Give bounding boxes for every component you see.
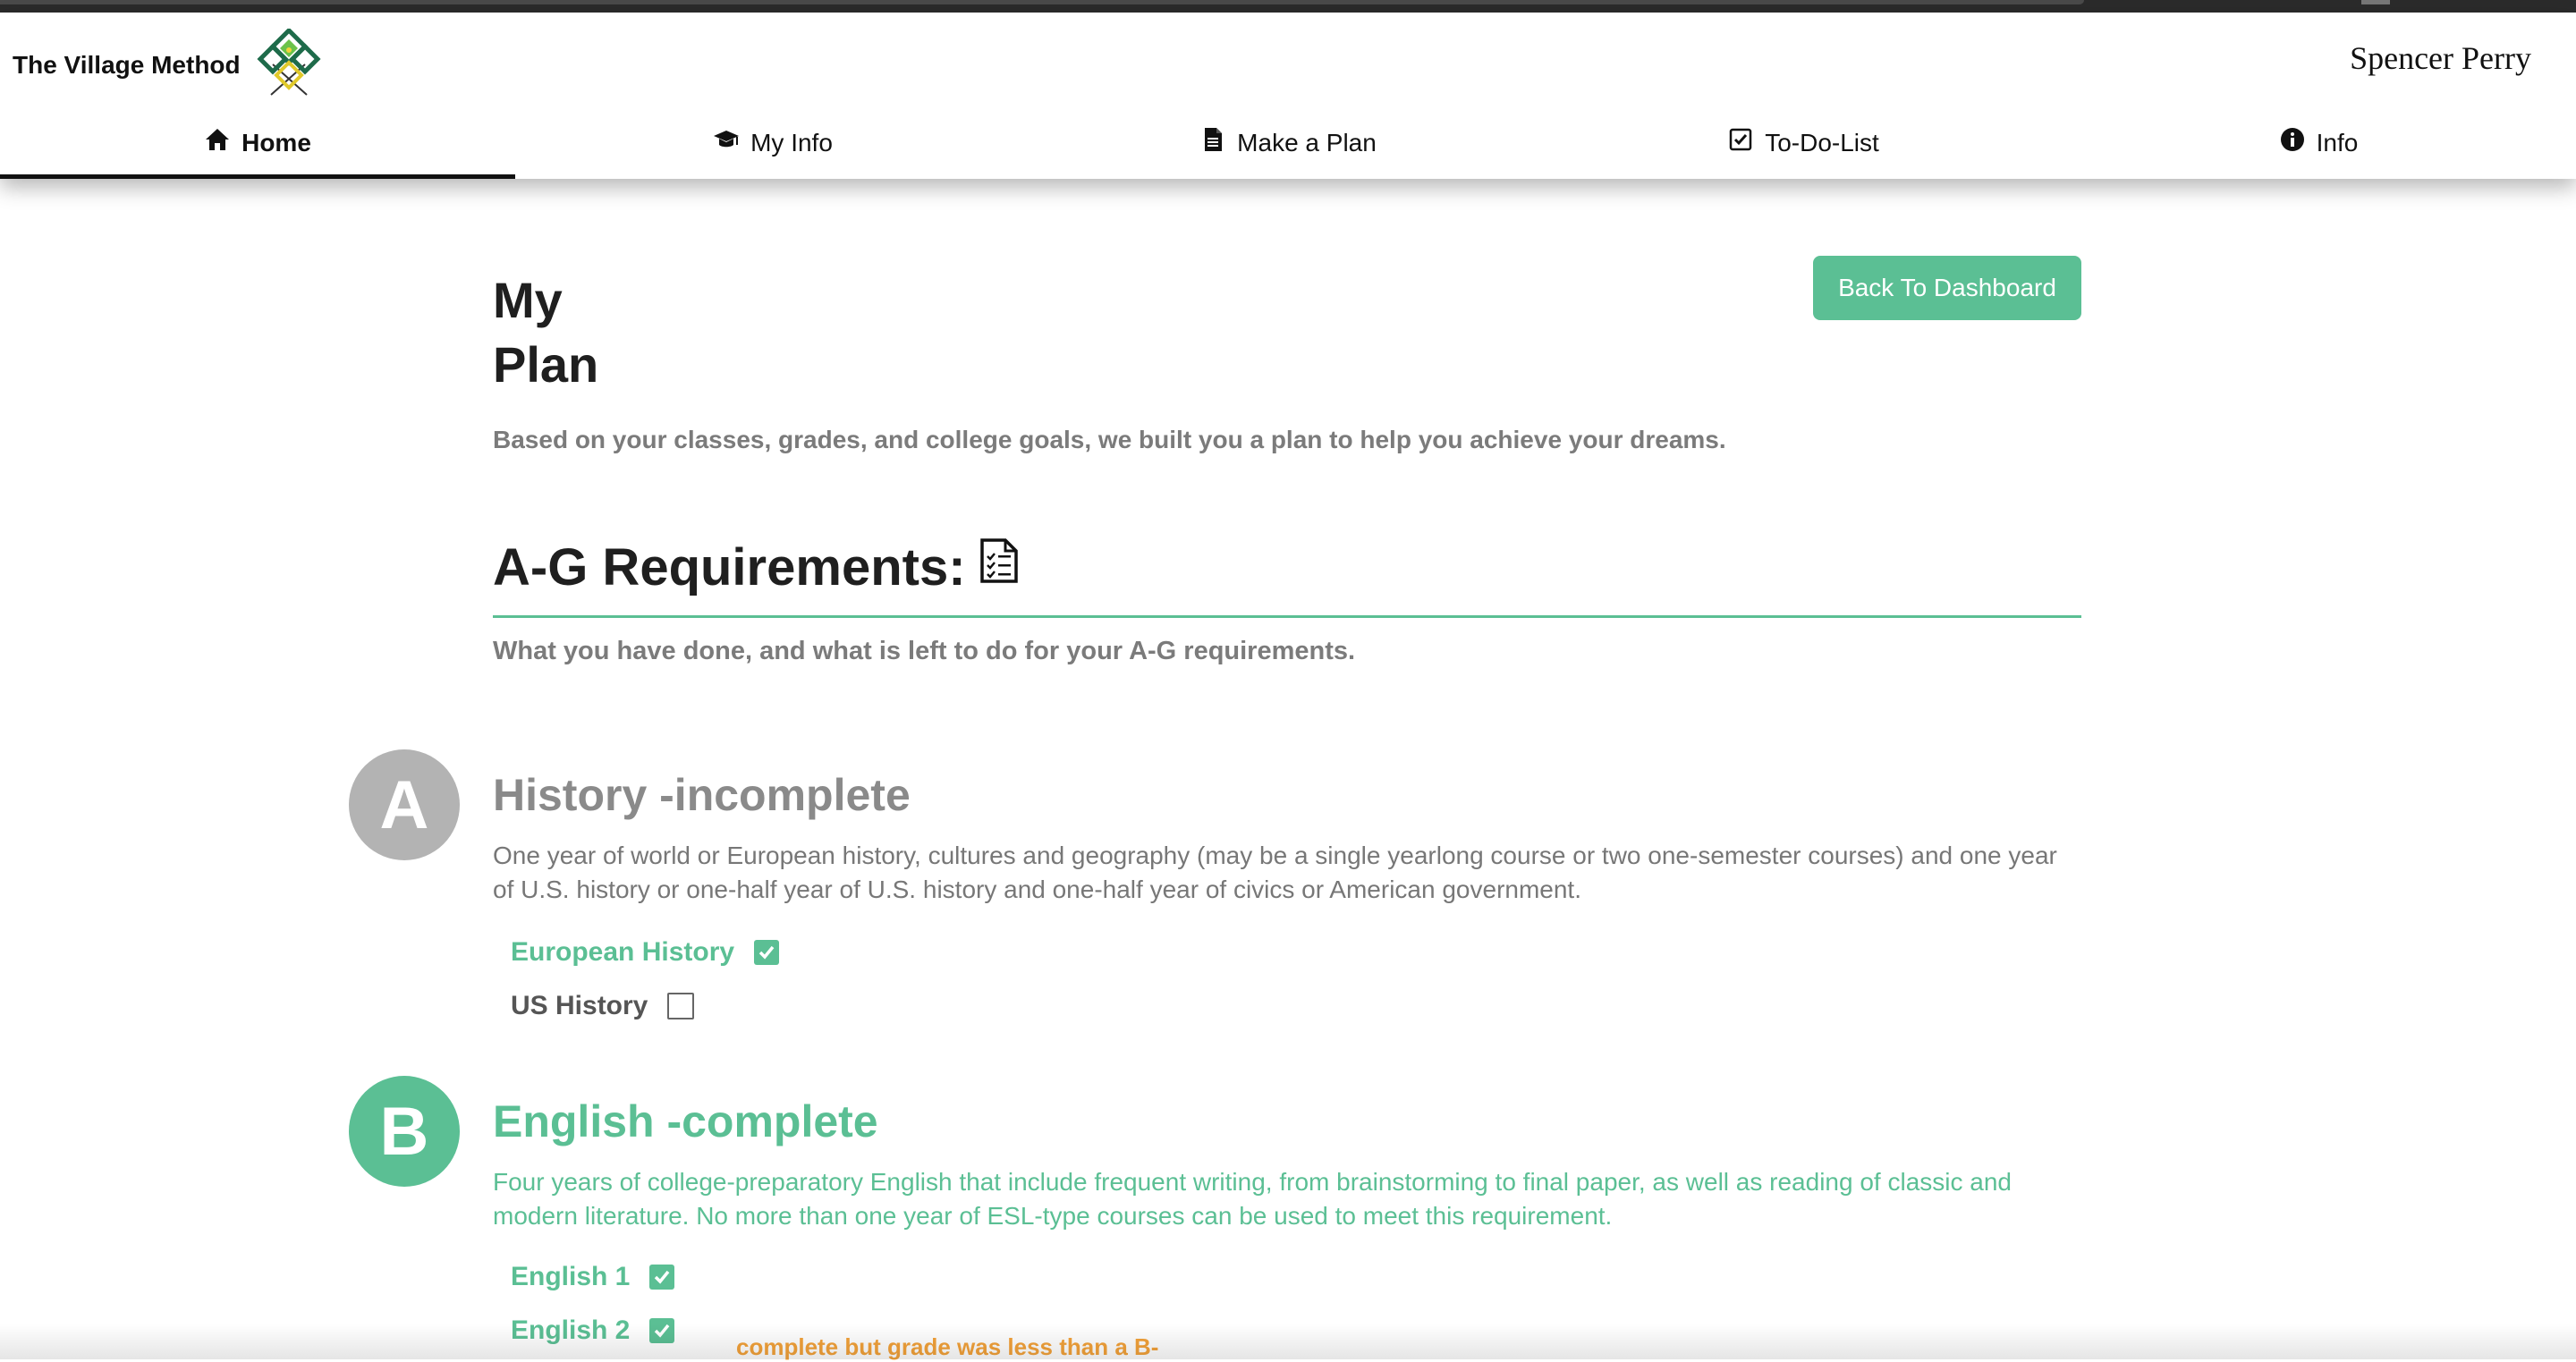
checked-box-icon[interactable] <box>649 1318 675 1343</box>
back-to-dashboard-button[interactable]: Back To Dashboard <box>1813 256 2081 320</box>
main-nav: Home My Info Make a Plan To-Do-List Info <box>0 111 2576 179</box>
course-name: English 1 <box>511 1262 631 1291</box>
brand-name: The Village Method <box>13 51 241 79</box>
tab-home-label: Home <box>242 128 311 157</box>
ag-requirements-heading: A-G Requirements: <box>493 537 1020 597</box>
course-name: European History <box>511 937 735 967</box>
main-content: My Plan Back To Dashboard Based on your … <box>0 179 2576 1362</box>
requirement-letter-badge: A <box>349 749 460 860</box>
home-icon <box>204 126 231 159</box>
checklist-icon <box>979 537 1020 597</box>
course-item: English 1 <box>511 1262 675 1292</box>
info-icon <box>2279 126 2306 159</box>
course-name: US History <box>511 991 648 1020</box>
tab-make-a-plan[interactable]: Make a Plan <box>1030 111 1546 179</box>
grade-warning-note: complete but grade was less than a B- <box>736 1333 1159 1360</box>
tab-to-do-list-label: To-Do-List <box>1765 128 1879 157</box>
tab-info[interactable]: Info <box>2061 111 2576 179</box>
course-item: English 2 <box>511 1315 675 1346</box>
page-title: My Plan <box>493 272 599 393</box>
course-item: US History <box>511 991 695 1021</box>
tab-my-info-label: My Info <box>750 128 833 157</box>
tab-my-info[interactable]: My Info <box>515 111 1030 179</box>
course-name: English 2 <box>511 1315 631 1345</box>
graduation-cap-icon <box>713 126 740 159</box>
section-divider <box>493 615 2081 618</box>
requirement-title: History -incomplete <box>493 770 911 820</box>
unchecked-box-icon[interactable] <box>667 993 695 1019</box>
checked-box-icon[interactable] <box>754 940 780 965</box>
page-subtitle: Based on your classes, grades, and colle… <box>493 426 1726 453</box>
requirement-title: English -complete <box>493 1096 878 1146</box>
village-logo-icon <box>255 26 323 103</box>
document-icon <box>1199 126 1226 159</box>
requirement-description: One year of world or European history, c… <box>493 842 2057 903</box>
user-name[interactable]: Spencer Perry <box>2350 39 2531 77</box>
course-item: European History <box>511 937 780 968</box>
tab-home[interactable]: Home <box>0 111 515 179</box>
scroll-indicator <box>2361 0 2390 4</box>
browser-top-strip <box>0 0 2576 13</box>
requirement-letter-badge: B <box>349 1076 460 1187</box>
ag-requirements-title: A-G Requirements: <box>493 537 966 596</box>
tab-make-a-plan-label: Make a Plan <box>1237 128 1377 157</box>
requirement-description: Four years of college-preparatory Englis… <box>493 1168 2012 1230</box>
tab-info-label: Info <box>2316 128 2359 157</box>
brand[interactable]: The Village Method <box>13 25 323 106</box>
checkbox-icon <box>1727 126 1754 159</box>
ag-requirements-subtitle: What you have done, and what is left to … <box>493 637 1356 665</box>
tab-to-do-list[interactable]: To-Do-List <box>1546 111 2061 179</box>
requirement-b: B English -complete Four years of colleg… <box>349 1076 2081 1362</box>
window-chrome-bar <box>0 0 2084 4</box>
app-header: The Village Method Spencer Perry Home My… <box>0 13 2576 179</box>
requirement-a: A History -incomplete One year of world … <box>349 749 2081 1045</box>
checked-box-icon[interactable] <box>649 1265 675 1290</box>
